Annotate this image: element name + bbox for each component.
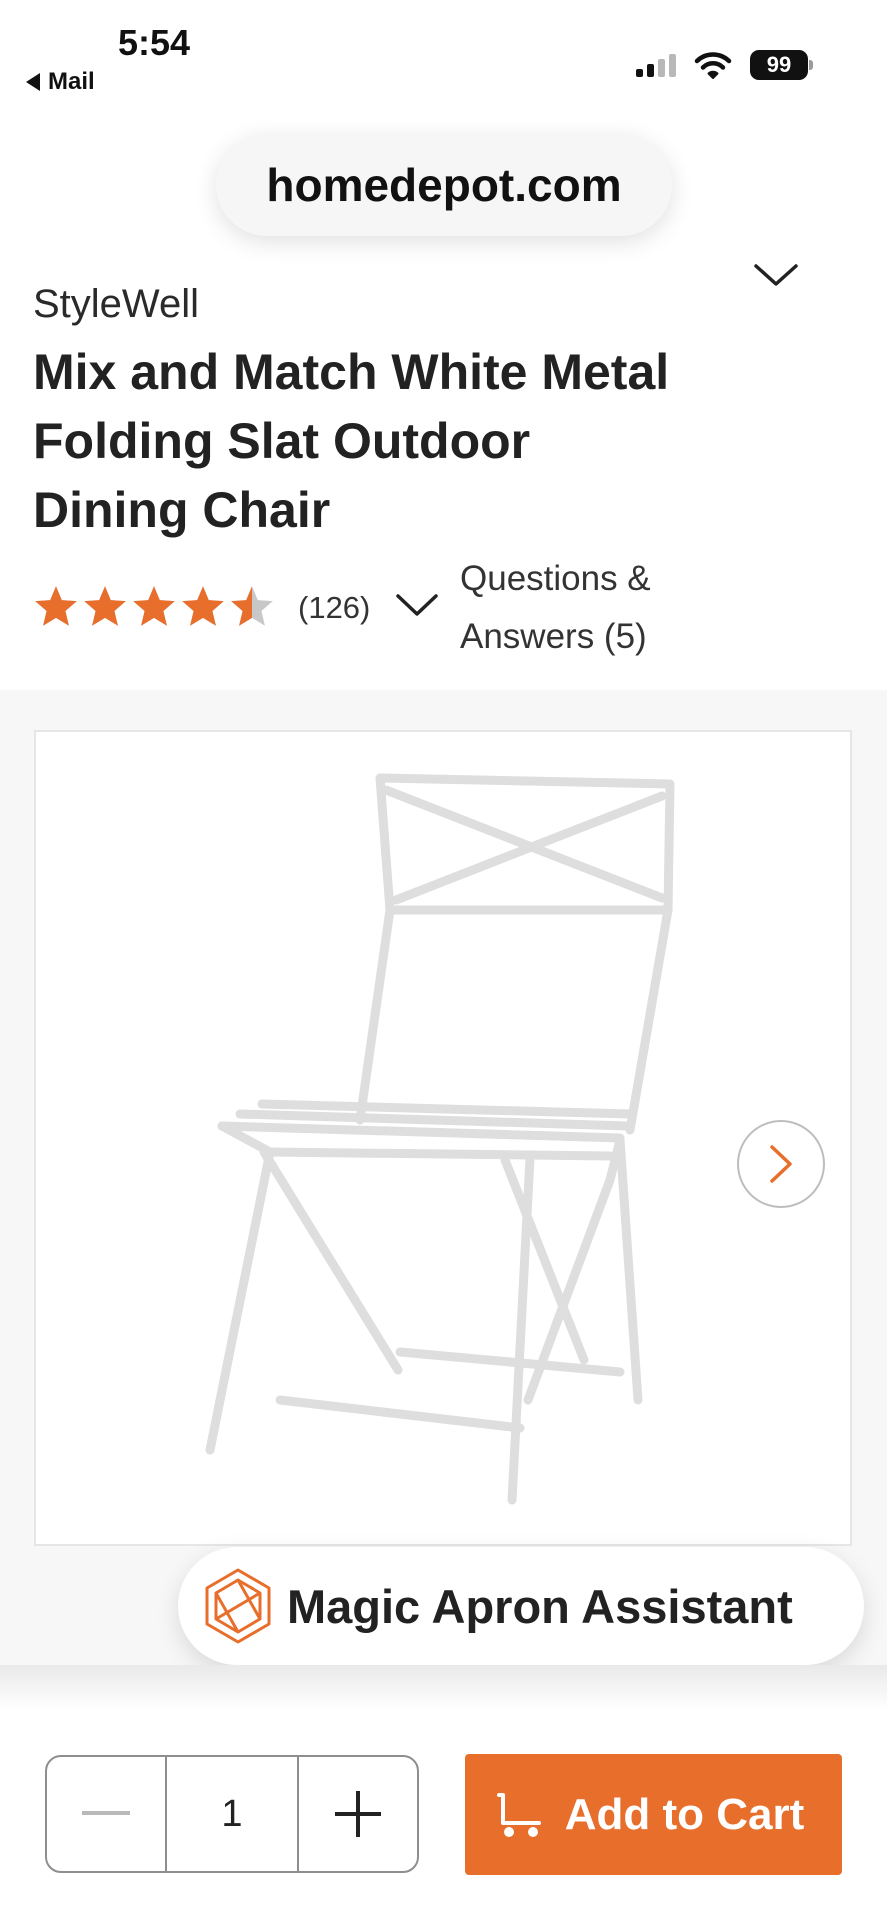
increase-quantity-button[interactable] [299, 1757, 417, 1871]
url-text: homedepot.com [266, 159, 622, 211]
rating-stars[interactable] [33, 584, 275, 628]
chevron-down-icon[interactable] [752, 262, 800, 290]
next-image-button[interactable] [737, 1120, 825, 1208]
assistant-label: Magic Apron Assistant [287, 1579, 793, 1633]
back-triangle-icon [26, 73, 40, 91]
chevron-down-icon[interactable] [394, 592, 440, 620]
plus-icon [335, 1791, 381, 1837]
rating-count[interactable]: (126) [298, 590, 370, 626]
star-icon [84, 586, 126, 626]
magic-apron-assistant-button[interactable]: Magic Apron Assistant [178, 1547, 864, 1665]
back-to-mail-link[interactable]: Mail [26, 68, 95, 96]
battery-icon: 99 [750, 50, 808, 80]
star-icon [133, 586, 175, 626]
battery-level: 99 [766, 52, 792, 77]
back-app-label: Mail [48, 68, 95, 95]
add-to-cart-button[interactable]: Add to Cart [465, 1754, 842, 1875]
questions-answers-link[interactable]: Questions & Answers (5) [460, 550, 720, 666]
minus-icon [82, 1811, 130, 1815]
cellular-signal-icon [636, 54, 676, 77]
wifi-icon [694, 52, 732, 79]
quantity-input[interactable]: 1 [165, 1757, 299, 1871]
star-icon [231, 586, 273, 626]
star-icon [182, 586, 224, 626]
product-brand[interactable]: StyleWell [33, 282, 199, 327]
decrease-quantity-button[interactable] [47, 1757, 165, 1871]
cart-icon [497, 1792, 541, 1837]
status-time: 5:54 [118, 22, 191, 63]
product-title: Mix and Match White Metal Folding Slat O… [33, 344, 670, 538]
section-shadow [0, 1665, 887, 1710]
add-to-cart-label: Add to Cart [564, 1789, 805, 1839]
magic-apron-icon [205, 1568, 271, 1644]
battery-tip [809, 60, 813, 70]
url-bar[interactable]: homedepot.com [216, 134, 672, 236]
product-image [205, 773, 675, 1505]
star-icon [35, 586, 77, 626]
quantity-stepper[interactable]: 1 [45, 1755, 419, 1873]
chevron-right-icon [770, 1145, 792, 1183]
